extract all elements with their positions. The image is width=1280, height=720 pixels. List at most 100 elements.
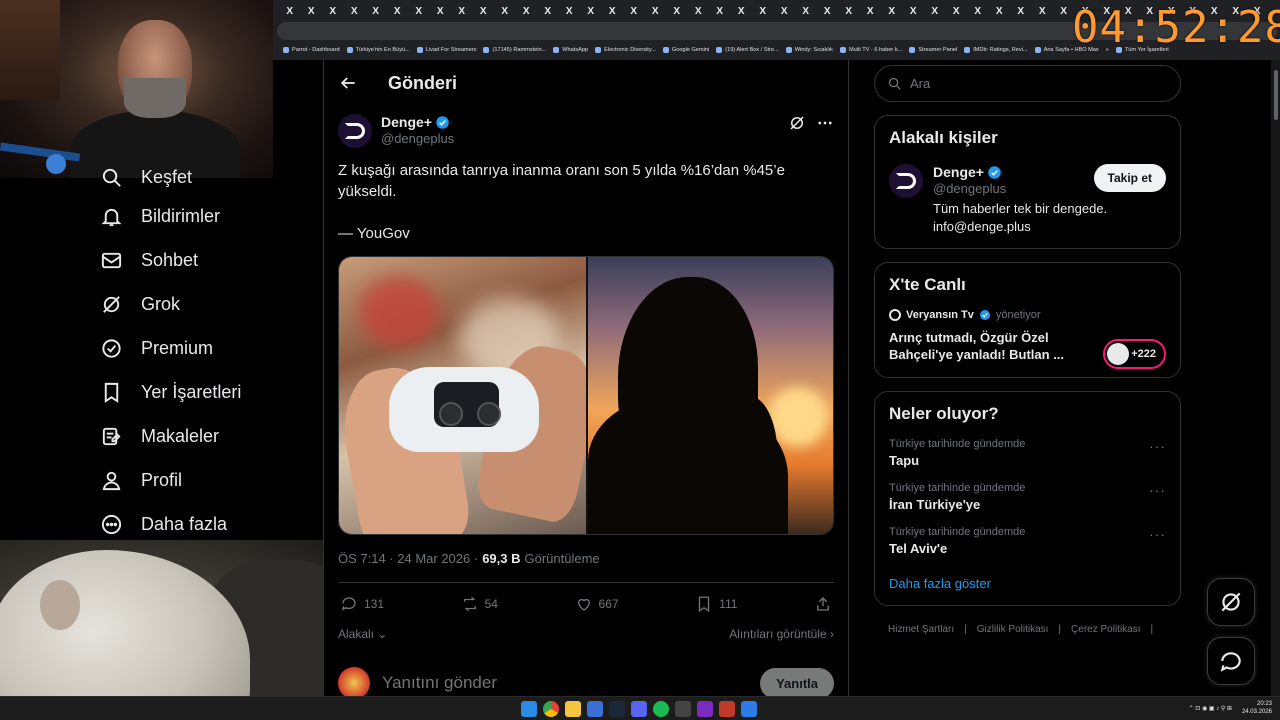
page-scrollbar[interactable] xyxy=(1271,60,1280,696)
browser-tab[interactable]: X xyxy=(688,6,710,17)
browser-tab[interactable]: X xyxy=(924,6,946,17)
tray-icons[interactable]: ⌃ ⊡ ◉ ▣ ♪ ⚲ ⊞ xyxy=(1189,705,1232,712)
app-icon[interactable] xyxy=(587,701,603,717)
browser-tab[interactable]: X xyxy=(322,6,344,17)
browser-tab[interactable]: X xyxy=(752,6,774,17)
browser-tab[interactable]: X xyxy=(989,6,1011,17)
bookmark-item[interactable]: (17145) Rammstein... xyxy=(483,47,546,53)
view-quotes-link[interactable]: Alıntıları görüntüle › xyxy=(729,627,834,641)
nav-grok[interactable]: Grok xyxy=(88,282,318,326)
author-name[interactable]: Denge+ xyxy=(381,114,432,130)
reply-submit-button[interactable]: Yanıtla xyxy=(760,667,834,696)
share-button[interactable] xyxy=(814,595,832,613)
chat-floating-button[interactable] xyxy=(1207,637,1255,685)
browser-tab[interactable]: X xyxy=(559,6,581,17)
browser-tab[interactable]: X xyxy=(709,6,731,17)
reply-input[interactable] xyxy=(382,673,749,693)
browser-tab[interactable]: X xyxy=(817,6,839,17)
follow-button[interactable]: Takip et xyxy=(1093,164,1166,192)
browser-tab[interactable]: X xyxy=(666,6,688,17)
browser-tab[interactable]: X xyxy=(387,6,409,17)
bookmark-item[interactable]: Livad For Streamers xyxy=(416,47,476,53)
avatar[interactable] xyxy=(338,114,372,148)
bookmark-item[interactable]: Multi TV - 6 haber k... xyxy=(839,47,902,53)
browser-tab[interactable]: X xyxy=(838,6,860,17)
author-handle[interactable]: @dengeplus xyxy=(381,131,454,146)
browser-tab[interactable]: X xyxy=(494,6,516,17)
browser-tab[interactable]: X xyxy=(903,6,925,17)
chrome-icon[interactable] xyxy=(543,701,559,717)
browser-tab[interactable]: X xyxy=(623,6,645,17)
browser-tab[interactable]: X xyxy=(580,6,602,17)
trend-item[interactable]: Türkiye tarihinde gündemde Tapu ··· xyxy=(889,438,1166,468)
browser-tab[interactable]: X xyxy=(537,6,559,17)
trend-item[interactable]: Türkiye tarihinde gündemde Tel Aviv'e ··… xyxy=(889,526,1166,556)
browser-tab[interactable]: X xyxy=(451,6,473,17)
bookmark-item[interactable]: Türkiye'nin En Büyü... xyxy=(346,47,410,53)
more-options-icon[interactable] xyxy=(816,114,834,132)
footer-link[interactable]: Gizlilik Politikası xyxy=(977,624,1049,635)
browser-tab[interactable]: X xyxy=(430,6,452,17)
more-options-icon[interactable]: ··· xyxy=(1149,438,1166,454)
browser-tab[interactable]: X xyxy=(473,6,495,17)
reply-button[interactable]: 131 xyxy=(340,595,384,613)
grok-icon[interactable] xyxy=(788,114,806,132)
nav-profile[interactable]: Profil xyxy=(88,458,318,502)
bookmark-item[interactable]: IMDb: Ratings, Revi... xyxy=(964,47,1028,53)
bookmark-item[interactable]: Electronic Diversity... xyxy=(595,47,656,53)
app-icon[interactable] xyxy=(719,701,735,717)
windows-start-icon[interactable] xyxy=(521,701,537,717)
more-options-icon[interactable]: ··· xyxy=(1149,482,1166,498)
bookmark-item[interactable]: Parrot - Dashboard xyxy=(283,47,340,53)
browser-tab[interactable]: X xyxy=(881,6,903,17)
browser-tab[interactable]: X xyxy=(344,6,366,17)
listener-badge[interactable]: +222 xyxy=(1103,339,1166,369)
app-icon[interactable] xyxy=(741,701,757,717)
browser-tab[interactable]: X xyxy=(731,6,753,17)
trend-item[interactable]: Türkiye tarihinde gündemde İran Türkiye'… xyxy=(889,482,1166,512)
footer-link[interactable]: Çerez Politikası xyxy=(1071,624,1140,635)
browser-tab[interactable]: X xyxy=(645,6,667,17)
browser-tab[interactable]: X xyxy=(408,6,430,17)
nav-articles[interactable]: Makaleler xyxy=(88,414,318,458)
grok-floating-button[interactable] xyxy=(1207,578,1255,626)
bookmark-item[interactable]: (19) Alert Box / Stre... xyxy=(716,47,779,53)
taskbar-clock[interactable]: 20:23 24.03.2026 xyxy=(1242,700,1272,716)
nav-premium[interactable]: Premium xyxy=(88,326,318,370)
browser-tab[interactable]: X xyxy=(946,6,968,17)
bookmark-item[interactable]: WhatsApp xyxy=(553,47,588,53)
avatar[interactable] xyxy=(889,164,923,198)
search-input[interactable]: Ara xyxy=(874,65,1181,102)
browser-tab[interactable]: X xyxy=(516,6,538,17)
browser-tab[interactable]: X xyxy=(795,6,817,17)
browser-tab[interactable]: X xyxy=(860,6,882,17)
bookmark-item[interactable]: Google Gemini xyxy=(662,47,709,53)
browser-tab[interactable]: X xyxy=(365,6,387,17)
app-icon[interactable] xyxy=(675,701,691,717)
related-dropdown[interactable]: Alakalı ⌄ xyxy=(338,627,387,641)
show-more-link[interactable]: Daha fazla göster xyxy=(889,576,1166,591)
nav-bookmarks[interactable]: Yer İşaretleri xyxy=(88,370,318,414)
browser-tab[interactable]: X xyxy=(1032,6,1054,17)
steam-icon[interactable] xyxy=(609,701,625,717)
repost-button[interactable]: 54 xyxy=(461,595,498,613)
discord-icon[interactable] xyxy=(631,701,647,717)
browser-tab[interactable]: X xyxy=(774,6,796,17)
browser-tab[interactable]: X xyxy=(1010,6,1032,17)
post-image[interactable] xyxy=(338,256,834,535)
folder-icon[interactable] xyxy=(565,701,581,717)
scrollbar-thumb[interactable] xyxy=(1274,70,1278,120)
browser-tab[interactable]: X xyxy=(279,6,301,17)
related-person[interactable]: Denge+ @dengeplus Tüm haberler tek bir d… xyxy=(889,164,1166,236)
bookmark-button[interactable]: 111 xyxy=(695,595,737,613)
bookmark-item[interactable]: Windy: Sıcaklık xyxy=(785,47,833,53)
app-icon[interactable] xyxy=(697,701,713,717)
post-timestamp[interactable]: ÖS 7:14 · 24 Mar 2026 · xyxy=(338,551,478,566)
browser-tab[interactable]: X xyxy=(301,6,323,17)
bookmark-item[interactable]: Streamer Panel xyxy=(909,47,957,53)
person-name[interactable]: Denge+ xyxy=(933,164,984,180)
live-panel[interactable]: X'te Canlı Veryansın Tv yönetiyor Arınç … xyxy=(874,262,1181,378)
more-options-icon[interactable]: ··· xyxy=(1149,526,1166,542)
nav-chat[interactable]: Sohbet xyxy=(88,238,318,282)
browser-tab[interactable]: X xyxy=(967,6,989,17)
